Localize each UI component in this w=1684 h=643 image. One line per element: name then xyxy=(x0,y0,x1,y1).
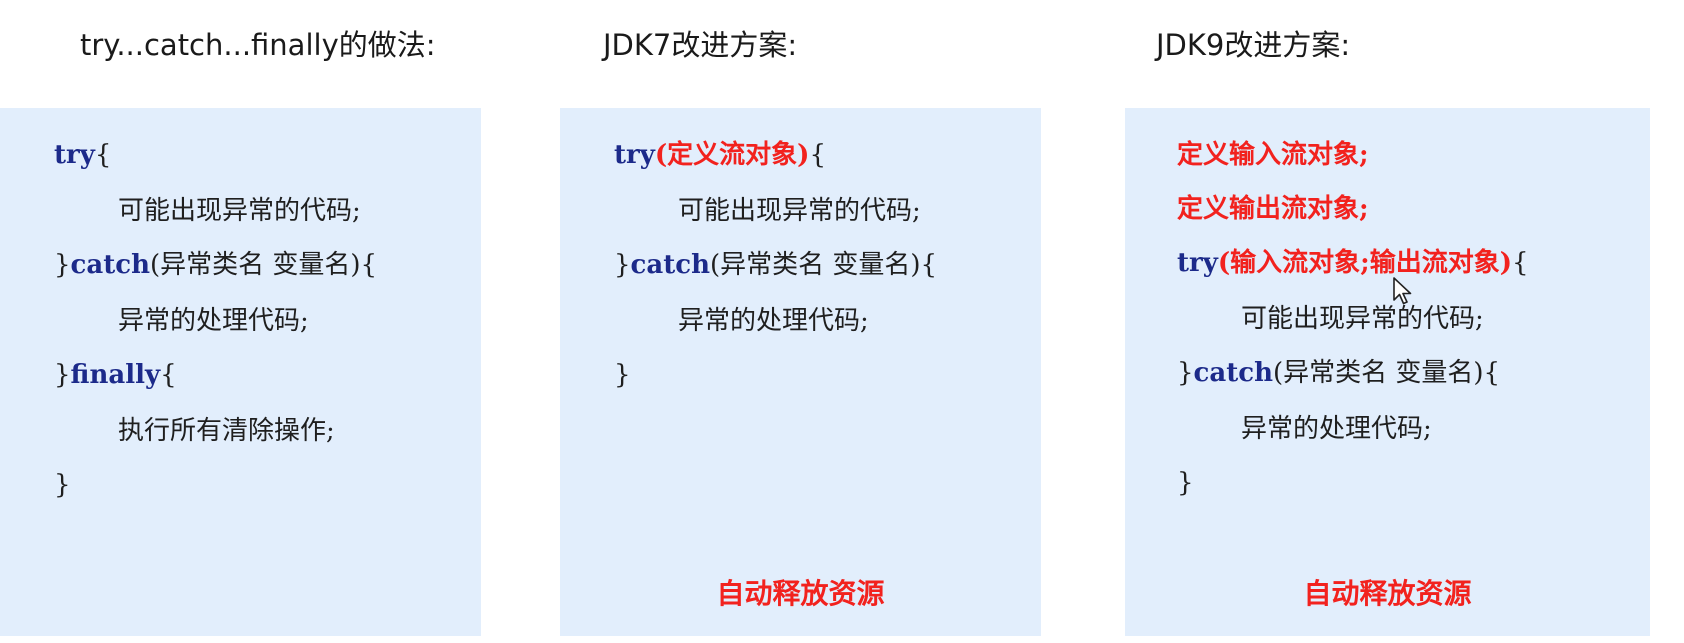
code-line-handler: 异常的处理代码; xyxy=(1241,414,1432,444)
code-line-body: 可能出现异常的代码; xyxy=(118,196,361,226)
brace-close: } xyxy=(54,250,71,280)
keyword-catch: catch xyxy=(1193,358,1273,388)
title-jdk7: JDK7改进方案: xyxy=(603,28,798,62)
brace-open: { xyxy=(160,360,177,390)
code-line-end: } xyxy=(54,470,71,500)
code-line-catch: }catch(异常类名 变量名){ xyxy=(614,248,937,282)
code-line-catch: }catch(异常类名 变量名){ xyxy=(54,248,377,282)
title-try-catch-finally: try...catch...finally的做法: xyxy=(80,28,436,62)
code-line-cleanup: 执行所有清除操作; xyxy=(118,416,335,446)
resource-list: (输入流对象;输出流对象) xyxy=(1217,248,1513,278)
brace-open: { xyxy=(809,140,826,170)
keyword-try: try xyxy=(614,140,655,170)
brace-open: { xyxy=(94,140,112,170)
panel-jdk9: 定义输入流对象; 定义输出流对象; try(输入流对象;输出流对象){ 可能出现… xyxy=(1125,108,1650,636)
auto-release-label: 自动释放资源 xyxy=(1303,577,1472,610)
code-line-finally: }finally{ xyxy=(54,358,177,392)
code-line-body: 可能出现异常的代码; xyxy=(678,196,921,226)
code-line-body: 可能出现异常的代码; xyxy=(1241,304,1484,334)
code-line-end: } xyxy=(614,360,631,390)
code-line-define-output: 定义输出流对象; xyxy=(1177,194,1369,224)
code-line-end: } xyxy=(1177,468,1194,498)
code-line-handler: 异常的处理代码; xyxy=(118,306,309,336)
catch-params: (异常类名 变量名){ xyxy=(709,250,938,280)
mouse-cursor-icon xyxy=(1393,277,1412,305)
code-line-try: try{ xyxy=(54,138,111,172)
keyword-catch: catch xyxy=(70,250,150,280)
code-line-define-input: 定义输入流对象; xyxy=(1177,140,1369,170)
code-line-catch: }catch(异常类名 变量名){ xyxy=(1177,356,1500,390)
keyword-try: try xyxy=(1177,248,1218,278)
panel-jdk7: try(定义流对象){ 可能出现异常的代码; }catch(异常类名 变量名){… xyxy=(560,108,1041,636)
code-line-try: try(输入流对象;输出流对象){ xyxy=(1177,246,1529,280)
brace-open: { xyxy=(1512,248,1529,278)
keyword-finally: finally xyxy=(70,360,161,390)
resource-declaration: (定义流对象) xyxy=(654,140,810,170)
catch-params: (异常类名 变量名){ xyxy=(1272,358,1501,388)
brace-close: } xyxy=(1177,358,1194,388)
brace-close: } xyxy=(54,360,71,390)
catch-params: (异常类名 变量名){ xyxy=(149,250,378,280)
keyword-catch: catch xyxy=(630,250,710,280)
auto-release-label: 自动释放资源 xyxy=(716,577,885,610)
panel-try-catch-finally: try{ 可能出现异常的代码; }catch(异常类名 变量名){ 异常的处理代… xyxy=(0,108,481,636)
keyword-try: try xyxy=(54,140,95,170)
code-line-handler: 异常的处理代码; xyxy=(678,306,869,336)
code-line-try: try(定义流对象){ xyxy=(614,138,826,172)
title-jdk9: JDK9改进方案: xyxy=(1156,28,1351,62)
brace-close: } xyxy=(614,250,631,280)
